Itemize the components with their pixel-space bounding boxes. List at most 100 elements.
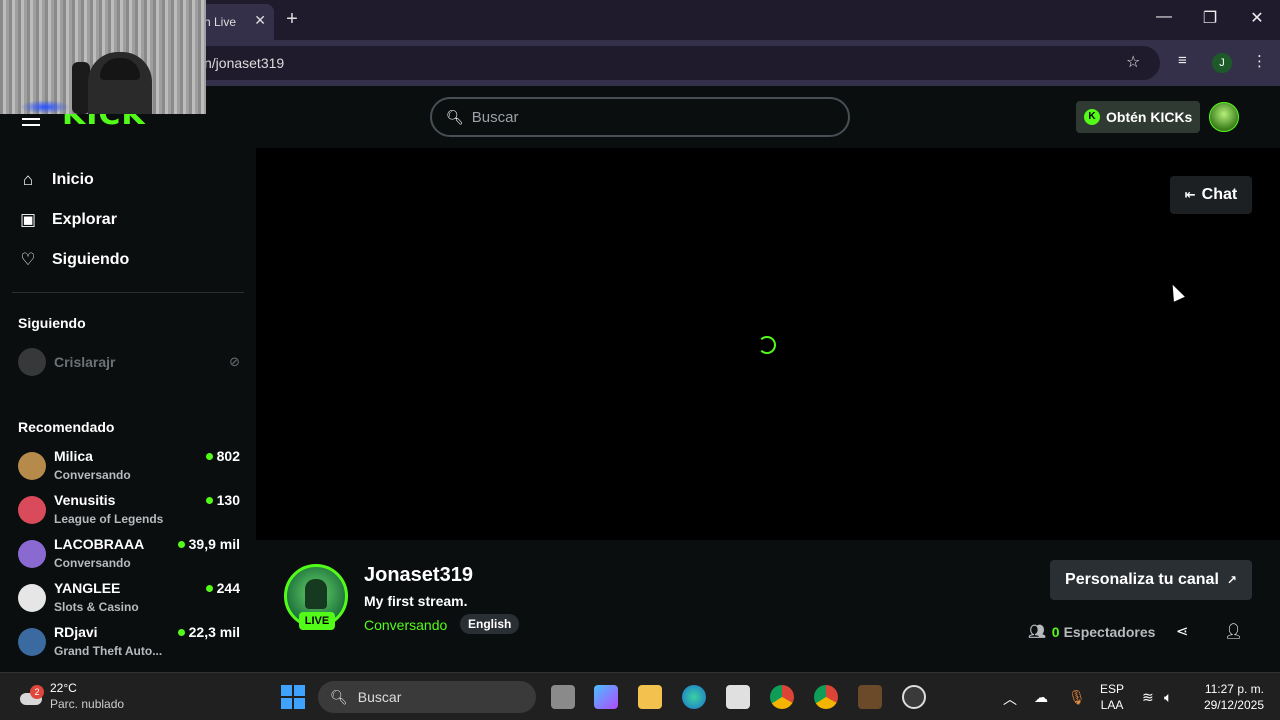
kick-coin-icon: K xyxy=(1084,109,1100,125)
avatar-figure xyxy=(305,579,327,609)
language-code: ESP xyxy=(1100,682,1125,696)
recommended-channel[interactable]: LACOBRAAA Conversando 39,9 mil xyxy=(18,536,240,576)
channel-name: YANGLEE xyxy=(54,580,121,596)
get-kicks-button[interactable]: K Obtén KICKs xyxy=(1076,101,1200,133)
weather-icon[interactable]: 2 xyxy=(20,685,44,707)
stream-title: My first stream. xyxy=(364,593,468,609)
notification-badge: 2 xyxy=(30,685,44,699)
channel-name[interactable]: Jonaset319 xyxy=(364,564,473,587)
viewer-count: 130 xyxy=(205,492,240,508)
webcam-overlay xyxy=(0,0,206,114)
channel-category: Grand Theft Auto... xyxy=(54,644,163,658)
followed-channel[interactable]: Crislarajr ⊘ xyxy=(18,348,240,376)
store-icon[interactable] xyxy=(726,685,750,709)
taskbar-search[interactable]: 🔍︎ Buscar xyxy=(318,681,536,713)
weather-condition[interactable]: Parc. nublado xyxy=(50,697,124,711)
nav-following-label: Siguiendo xyxy=(52,251,130,268)
file-explorer-icon[interactable] xyxy=(638,685,662,709)
avatar xyxy=(18,540,46,568)
customize-channel-button[interactable]: Personaliza tu canal ↗ xyxy=(1050,560,1252,600)
chrome-icon[interactable] xyxy=(770,685,794,709)
customize-channel-label: Personaliza tu canal xyxy=(1065,571,1219,588)
close-icon[interactable]: ✕ xyxy=(254,12,266,29)
recommended-channel[interactable]: Venusitis League of Legends 130 xyxy=(18,492,240,532)
viewers-label: Espectadores xyxy=(1063,623,1156,640)
microphone-icon[interactable]: 🎙︎ xyxy=(1068,689,1086,706)
onedrive-icon[interactable]: ☁ xyxy=(1034,689,1048,706)
recommended-channel[interactable]: RDjavi Grand Theft Auto... 22,3 mil xyxy=(18,624,240,664)
chrome-menu-icon[interactable]: ⋮ xyxy=(1252,52,1267,70)
live-dot-icon xyxy=(205,497,213,504)
nav-following[interactable]: ♡ Siguiendo xyxy=(18,250,129,270)
live-dot-icon xyxy=(205,453,213,460)
home-icon: ⌂ xyxy=(22,170,34,189)
viewer-count-value: 22,3 mil xyxy=(188,624,240,640)
external-link-icon: ↗ xyxy=(1226,573,1237,587)
recommended-channel[interactable]: Milica Conversando 802 xyxy=(18,448,240,488)
viewer-count-value: 244 xyxy=(216,580,240,596)
minimize-icon[interactable]: — xyxy=(1151,8,1177,26)
share-icon[interactable]: ⋖ xyxy=(1176,622,1189,640)
weather-temperature[interactable]: 22°C xyxy=(50,681,77,695)
channel-info: LIVE Jonaset319 My first stream. Convers… xyxy=(256,540,1280,672)
sidebar: ⌂ Inicio ▣ Explorar ♡ Siguiendo Siguiend… xyxy=(0,148,256,672)
follow-user-icon[interactable]: 👤︎ xyxy=(1224,622,1243,640)
viewer-stats: 👥︎ 0 Espectadores xyxy=(1028,623,1155,640)
channel-category: Slots & Casino xyxy=(54,600,139,614)
stream-category[interactable]: Conversando xyxy=(364,617,447,633)
followed-channel-name: Crislarajr xyxy=(54,354,116,370)
viewers-count: 0 xyxy=(1051,623,1060,640)
wifi-icon[interactable]: ≋ xyxy=(1142,689,1154,706)
get-kicks-label: Obtén KICKs xyxy=(1106,109,1193,125)
live-dot-icon xyxy=(205,585,213,592)
clock-time: 11:27 p. m. xyxy=(1204,682,1264,696)
windows-taskbar: 2 22°C Parc. nublado 🔍︎ Buscar ︿ ☁ 🎙︎ ES… xyxy=(0,672,1280,720)
expand-chat-icon: ⇤ xyxy=(1184,187,1196,202)
avatar xyxy=(18,452,46,480)
avatar xyxy=(18,348,46,376)
bookmark-star-icon[interactable]: ☆ xyxy=(1126,52,1140,72)
browse-icon: ▣ xyxy=(19,210,37,229)
restore-icon[interactable]: ❐ xyxy=(1197,8,1223,28)
channel-name: RDjavi xyxy=(54,624,98,640)
start-button[interactable] xyxy=(281,685,305,709)
avatar xyxy=(18,584,46,612)
input-language[interactable]: ESP LAA xyxy=(1100,681,1124,713)
chevron-up-icon[interactable]: ︿ xyxy=(1003,689,1017,709)
nav-explore[interactable]: ▣ Explorar xyxy=(18,210,117,230)
live-dot-icon xyxy=(177,629,185,636)
edge-icon[interactable] xyxy=(682,685,706,709)
heart-icon: ♡ xyxy=(20,250,36,269)
window-close-icon[interactable]: ✕ xyxy=(1244,8,1270,28)
search-input[interactable] xyxy=(471,108,832,126)
language-tag[interactable]: English xyxy=(460,614,520,634)
volume-icon[interactable]: 🔈︎ xyxy=(1164,689,1172,706)
browser-profile-avatar[interactable]: J xyxy=(1212,53,1232,73)
site-search[interactable]: 🔍︎ xyxy=(430,97,850,137)
video-player[interactable]: ⇤ Chat xyxy=(256,148,1280,540)
nav-explore-label: Explorar xyxy=(52,211,117,228)
viewer-count: 244 xyxy=(205,580,240,596)
loading-spinner-icon xyxy=(758,336,776,354)
media-control-icon[interactable]: ≡ xyxy=(1178,52,1187,69)
chrome-profile-icon[interactable] xyxy=(814,685,838,709)
chat-toggle-button[interactable]: ⇤ Chat xyxy=(1170,176,1252,214)
obs-icon[interactable] xyxy=(902,685,926,709)
search-icon: 🔍︎ xyxy=(330,688,348,705)
menu-icon[interactable] xyxy=(22,112,40,126)
hidden-eye-icon[interactable]: ⊘ xyxy=(229,354,240,370)
m365-icon[interactable] xyxy=(594,685,618,709)
system-clock[interactable]: 11:27 p. m. 29/12/2025 xyxy=(1196,681,1264,713)
user-avatar[interactable] xyxy=(1209,102,1239,132)
task-view-icon[interactable] xyxy=(551,685,575,709)
live-badge: LIVE xyxy=(299,612,335,630)
viewers-icon: 👥︎ xyxy=(1028,623,1046,639)
minecraft-icon[interactable] xyxy=(858,685,882,709)
sidebar-divider xyxy=(12,292,244,293)
new-tab-icon[interactable]: + xyxy=(282,8,302,31)
live-dot-icon xyxy=(177,541,185,548)
recommended-channel[interactable]: YANGLEE Slots & Casino 244 xyxy=(18,580,240,620)
nav-home[interactable]: ⌂ Inicio xyxy=(18,170,94,190)
viewer-count-value: 802 xyxy=(216,448,240,464)
address-bar[interactable]: n/jonaset319 xyxy=(160,46,1160,80)
